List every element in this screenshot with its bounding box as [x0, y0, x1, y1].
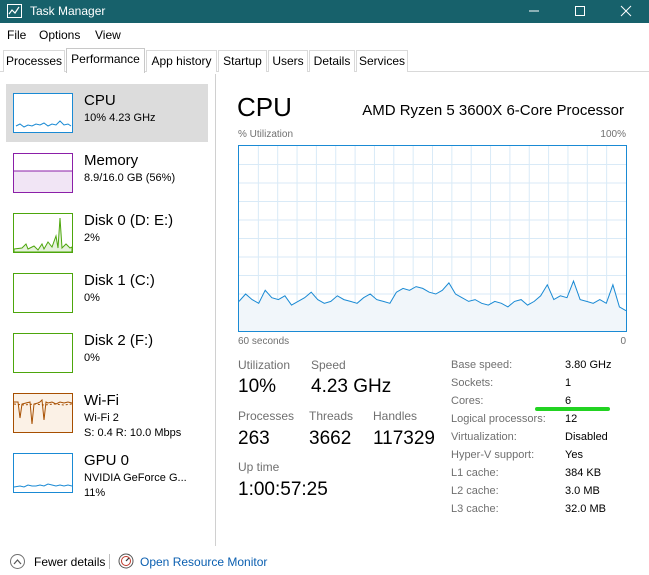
spec-sockets-value: 1: [565, 377, 572, 389]
menu-file[interactable]: File: [7, 28, 26, 42]
spec-cores-value: 6: [565, 395, 572, 407]
title-bar: Task Manager: [0, 0, 649, 23]
sidebar-item-wifi[interactable]: Wi-Fi Wi-Fi 2 S: 0.4 R: 10.0 Mbps: [6, 384, 208, 442]
maximize-button[interactable]: [557, 0, 603, 23]
sidebar-memory-name: Memory: [84, 152, 139, 169]
processes-value: 263: [238, 428, 270, 449]
spec-base-speed-label: Base speed:: [451, 359, 513, 371]
spec-l2-cache-value: 3.0 MB: [565, 485, 600, 497]
sidebar-disk2-detail: 0%: [84, 352, 100, 364]
memory-thumbnail: [13, 153, 73, 193]
handles-label: Handles: [373, 409, 418, 423]
speed-label: Speed: [311, 358, 346, 372]
sidebar-cpu-name: CPU: [84, 92, 116, 109]
spec-virtualization-label: Virtualization:: [451, 431, 517, 443]
sidebar-item-memory[interactable]: Memory 8.9/16.0 GB (56%): [6, 144, 208, 202]
minimize-button[interactable]: [511, 0, 557, 23]
maximize-icon: [575, 6, 585, 16]
sidebar-disk1-name: Disk 1 (C:): [84, 272, 155, 289]
sidebar-cpu-detail: 10% 4.23 GHz: [84, 112, 156, 124]
tab-app-history[interactable]: App history: [146, 50, 217, 72]
resource-sidebar: CPU 10% 4.23 GHz Memory 8.9/16.0 GB (56%…: [0, 74, 216, 546]
graph-y-label: % Utilization: [238, 129, 294, 140]
resource-monitor-icon: [118, 553, 134, 569]
spec-hyperv-label: Hyper-V support:: [451, 449, 535, 461]
cpu-thumbnail: [13, 93, 73, 133]
spec-l1-cache-value: 384 KB: [565, 467, 602, 479]
cpu-model-name: AMD Ryzen 5 3600X 6-Core Processor: [362, 102, 624, 119]
footer-bar: Fewer details Open Resource Monitor: [0, 546, 649, 575]
sidebar-wifi-detail: Wi-Fi 2: [84, 412, 119, 424]
chevron-up-icon: [13, 559, 22, 565]
graph-y-max-label: 100%: [600, 129, 626, 140]
fewer-details-link[interactable]: Fewer details: [34, 555, 105, 569]
spec-cores-label: Cores:: [451, 395, 484, 407]
sidebar-gpu0-usage: 11%: [84, 487, 106, 499]
sidebar-item-gpu0[interactable]: GPU 0 NVIDIA GeForce G... 11%: [6, 444, 208, 502]
sidebar-memory-detail: 8.9/16.0 GB (56%): [84, 172, 176, 184]
utilization-value: 10%: [238, 376, 277, 397]
sidebar-disk0-detail: 2%: [84, 232, 100, 244]
spec-l3-cache-value: 32.0 MB: [565, 503, 606, 515]
menu-options[interactable]: Options: [39, 28, 80, 42]
cores-highlight-annotation: [535, 407, 610, 411]
tab-performance[interactable]: Performance: [66, 48, 145, 73]
sidebar-disk1-detail: 0%: [84, 292, 100, 304]
menu-view[interactable]: View: [95, 28, 121, 42]
utilization-label: Utilization: [238, 358, 291, 372]
threads-label: Threads: [309, 409, 354, 423]
handles-value: 117329: [373, 428, 435, 449]
cpu-utilization-graph: [238, 145, 627, 332]
spec-l2-cache-label: L2 cache:: [451, 485, 499, 497]
spec-sockets-label: Sockets:: [451, 377, 494, 389]
cpu-detail-panel: CPU AMD Ryzen 5 3600X 6-Core Processor %…: [222, 74, 649, 546]
sidebar-disk0-name: Disk 0 (D: E:): [84, 212, 174, 229]
disk2-thumbnail: [13, 333, 73, 373]
sidebar-gpu0-detail: NVIDIA GeForce G...: [84, 472, 187, 484]
uptime-label: Up time: [238, 460, 280, 474]
fewer-details-button[interactable]: [10, 554, 25, 569]
tab-users[interactable]: Users: [268, 50, 308, 72]
wifi-thumbnail: [13, 393, 73, 433]
gpu0-thumbnail: [13, 453, 73, 493]
tab-details[interactable]: Details: [309, 50, 355, 72]
graph-x-label: 60 seconds: [238, 336, 290, 347]
sidebar-item-disk0[interactable]: Disk 0 (D: E:) 2%: [6, 204, 208, 262]
menu-bar: File Options View: [0, 25, 649, 45]
processes-label: Processes: [238, 409, 295, 423]
spec-virtualization-value: Disabled: [565, 431, 608, 443]
spec-base-speed-value: 3.80 GHz: [565, 359, 612, 371]
cpu-graph-svg: [239, 146, 626, 331]
sidebar-wifi-rate: S: 0.4 R: 10.0 Mbps: [84, 427, 182, 439]
threads-value: 3662: [309, 428, 352, 449]
sidebar-disk2-name: Disk 2 (F:): [84, 332, 154, 349]
spec-logical-processors-label: Logical processors:: [451, 413, 546, 425]
close-button[interactable]: [603, 0, 649, 23]
footer-divider: [109, 554, 110, 569]
disk1-thumbnail: [13, 273, 73, 313]
tab-bar: Processes Performance App history Startu…: [0, 48, 649, 73]
spec-hyperv-value: Yes: [565, 449, 583, 461]
sidebar-item-cpu[interactable]: CPU 10% 4.23 GHz: [6, 84, 208, 142]
tab-services[interactable]: Services: [356, 50, 408, 72]
sidebar-wifi-name: Wi-Fi: [84, 392, 119, 409]
tab-startup[interactable]: Startup: [218, 50, 267, 72]
open-resource-monitor-link[interactable]: Open Resource Monitor: [140, 555, 267, 569]
close-icon: [620, 5, 632, 17]
spec-l3-cache-label: L3 cache:: [451, 503, 499, 515]
spec-logical-processors-value: 12: [565, 413, 578, 425]
disk0-thumbnail: [13, 213, 73, 253]
sidebar-gpu0-name: GPU 0: [84, 452, 130, 469]
task-manager-icon: [7, 4, 22, 18]
minimize-icon: [529, 10, 539, 12]
spec-l1-cache-label: L1 cache:: [451, 467, 499, 479]
uptime-value: 1:00:57:25: [238, 479, 328, 500]
speed-value: 4.23 GHz: [311, 376, 392, 397]
sidebar-item-disk1[interactable]: Disk 1 (C:) 0%: [6, 264, 208, 322]
page-title: CPU: [237, 92, 292, 122]
window-title: Task Manager: [30, 4, 106, 18]
tab-processes[interactable]: Processes: [3, 50, 65, 72]
sidebar-item-disk2[interactable]: Disk 2 (F:) 0%: [6, 324, 208, 382]
graph-x-end-label: 0: [620, 336, 626, 347]
